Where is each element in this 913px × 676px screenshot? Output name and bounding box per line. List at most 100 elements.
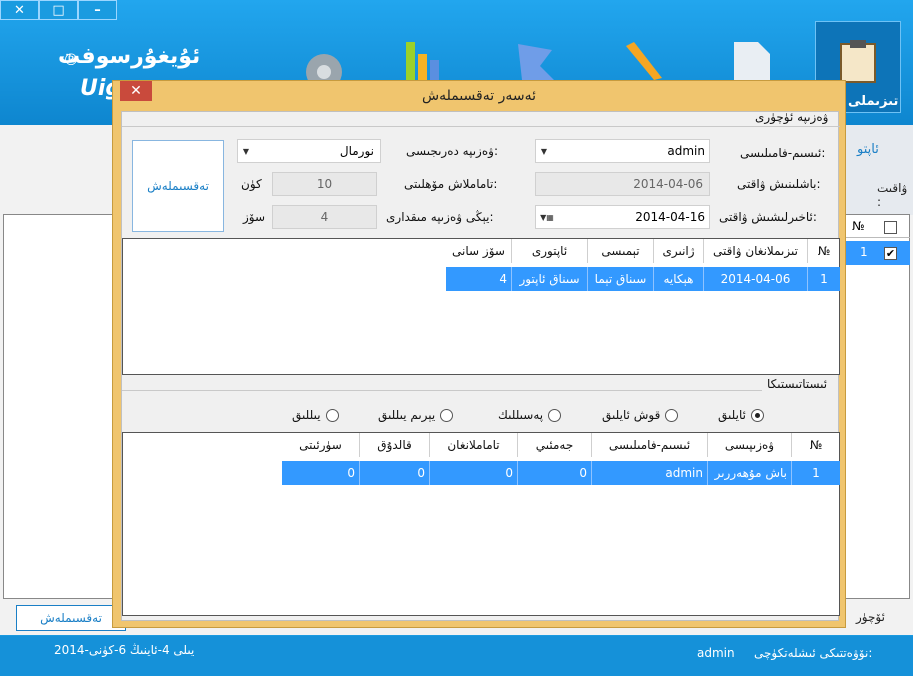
- chart-icon[interactable]: [404, 40, 452, 80]
- delete-label[interactable]: ئۆچۈر: [856, 610, 885, 624]
- radio-halfyear-label: يېرىم يىللىق: [378, 408, 436, 422]
- radio-yearly-label: يىللىق: [292, 408, 321, 422]
- status-date: 2014-يىلى 4-ئاينىڭ 6-كۈنى: [54, 643, 195, 657]
- radio-bimonthly-label: قوش ئايلىق: [602, 408, 661, 422]
- main-list: [838, 214, 910, 599]
- works-table: سۆز سانى ئاپتورى تېمىسى ژانىرى تىزىملانغ…: [122, 238, 840, 375]
- col-remaining: قالدۇق: [360, 433, 430, 457]
- dialog-close-button[interactable]: ✕: [120, 81, 152, 101]
- cell-topic: سىناق تېما: [588, 267, 654, 291]
- cell-reg-time: 2014-04-06: [704, 267, 808, 291]
- pencil-icon[interactable]: [618, 40, 666, 80]
- col-total: جەمئىي: [518, 433, 592, 457]
- list-row-no: 1: [860, 245, 868, 259]
- flag-icon[interactable]: [512, 40, 560, 80]
- radio-dot: [440, 408, 454, 422]
- col-reg-time: تىزىملانغان ۋاقتى: [704, 239, 808, 263]
- main-list-row[interactable]: 1 ✔: [840, 241, 910, 265]
- stats-divider: [122, 390, 762, 391]
- col-completed: تاماملانغان: [430, 433, 518, 457]
- cell-name: admin: [592, 461, 708, 485]
- name-select[interactable]: ▼ admin: [535, 139, 710, 163]
- radio-dot: [548, 408, 562, 422]
- stats-group-title: ئىستاتىستىكا: [767, 377, 828, 391]
- row-checkbox[interactable]: ✔: [884, 247, 897, 260]
- col-word-count: سۆز سانى: [446, 239, 512, 263]
- cell-genre: ھېكايە: [654, 267, 704, 291]
- dialog-title: ئەسەر تەقسىملەش: [422, 88, 536, 104]
- main-list-header: №: [840, 216, 910, 238]
- start-time-label: باشلىنىش ۋاقتى:: [737, 177, 821, 191]
- end-time-picker[interactable]: ▼▦ 2014-04-16: [535, 205, 710, 229]
- cell-no: 1: [792, 461, 840, 485]
- cell-word-count: 4: [446, 267, 512, 291]
- cell-author: سىناق ئاپتور: [512, 267, 588, 291]
- name-value: admin: [667, 144, 705, 158]
- col-no: №: [817, 244, 831, 258]
- duration-field: 10: [272, 172, 377, 196]
- radio-monthly[interactable]: ئايلىق: [718, 408, 764, 422]
- col-no: №: [809, 438, 823, 452]
- end-time-label: ئاخىرلىشىش ۋاقتى:: [719, 210, 817, 224]
- radio-dot: [665, 408, 679, 422]
- minimize-window-button[interactable]: –: [78, 0, 117, 20]
- col-name: ئىسىم-فامىلىسى: [592, 433, 708, 457]
- close-window-button[interactable]: ✕: [0, 0, 39, 20]
- cell-role: باش مۇھەررىر: [708, 461, 792, 485]
- cell-completed: 0: [430, 461, 518, 485]
- select-all-checkbox[interactable]: [884, 221, 897, 234]
- level-select[interactable]: ▼ نورمال: [237, 139, 381, 163]
- radio-dot: [750, 408, 764, 422]
- maximize-window-button[interactable]: □: [39, 0, 78, 20]
- name-label: ئىسىم-فامىلىسى:: [740, 146, 826, 160]
- chevron-down-icon: ▼: [540, 146, 548, 156]
- table-row[interactable]: 4 سىناق ئاپتور سىناق تېما ھېكايە 2014-04…: [446, 267, 840, 291]
- cell-no: 1: [808, 267, 840, 291]
- col-role: ۋەزىپىسى: [708, 433, 792, 457]
- words-field[interactable]: 4: [272, 205, 377, 229]
- author-filter-label[interactable]: ئاپتو: [857, 142, 879, 157]
- status-user: admin: [697, 646, 735, 660]
- status-user-label: نۆۋەتتىكى ئىشلەتكۈچى:: [754, 646, 873, 660]
- calendar-icon: ▼▦: [540, 212, 554, 222]
- col-speed: سۈرئىتى: [282, 433, 360, 457]
- radio-bimonthly[interactable]: قوش ئايلىق: [602, 408, 679, 422]
- assign-button[interactable]: تەقسىملەش: [132, 140, 224, 232]
- left-panel: [3, 214, 115, 599]
- works-table-header: سۆز سانى ئاپتورى تېمىسى ژانىرى تىزىملانغ…: [446, 239, 840, 263]
- col-topic: تېمىسى: [588, 239, 654, 263]
- words-label: يېڭى ۋەزىپە مىقدارى:: [386, 210, 494, 224]
- cell-speed: 0: [282, 461, 360, 485]
- group-divider: [122, 126, 840, 127]
- radio-monthly-label: ئايلىق: [718, 408, 746, 422]
- words-unit: سۆز: [243, 210, 266, 224]
- level-value: نورمال: [339, 144, 374, 158]
- app-logo-text: ئۇيغۇرسوفت: [58, 44, 201, 69]
- table-row[interactable]: 0 0 0 0 admin باش مۇھەررىر 1: [282, 461, 840, 485]
- list-header-no: №: [852, 219, 865, 233]
- window-controls: ✕ □ –: [0, 0, 117, 20]
- radio-quarterly[interactable]: پەسىللىك: [498, 408, 562, 422]
- time-filter-label: ۋاقىت :: [877, 181, 908, 209]
- stats-table: سۈرئىتى قالدۇق تاماملانغان جەمئىي ئىسىم-…: [122, 432, 840, 616]
- radio-halfyear[interactable]: يېرىم يىللىق: [378, 408, 454, 422]
- gear-icon[interactable]: [300, 40, 348, 80]
- cell-remaining: 0: [360, 461, 430, 485]
- duration-unit: كۈن: [241, 177, 262, 191]
- duration-label: تاماملاش مۆھلىتى:: [404, 177, 498, 191]
- document-icon[interactable]: [728, 40, 776, 80]
- chevron-down-icon: ▼: [242, 146, 250, 156]
- registered-mark: ®: [63, 50, 79, 69]
- col-author: ئاپتورى: [512, 239, 588, 263]
- end-time-value: 2014-04-16: [635, 210, 705, 224]
- level-label: ۋەزىپە دەرىجىسى:: [406, 144, 498, 158]
- start-time-field: 2014-04-06: [535, 172, 710, 196]
- col-genre: ژانىرى: [654, 239, 704, 263]
- clipboard-icon: [840, 40, 876, 83]
- radio-yearly[interactable]: يىللىق: [292, 408, 339, 422]
- radio-dot: [325, 408, 339, 422]
- bottom-assign-button[interactable]: تەقسىملەش: [16, 605, 126, 631]
- stats-table-header: سۈرئىتى قالدۇق تاماملانغان جەمئىي ئىسىم-…: [282, 433, 840, 457]
- task-info-group-title: ۋەزىپە ئۈچۈرى: [755, 110, 829, 124]
- cell-total: 0: [518, 461, 592, 485]
